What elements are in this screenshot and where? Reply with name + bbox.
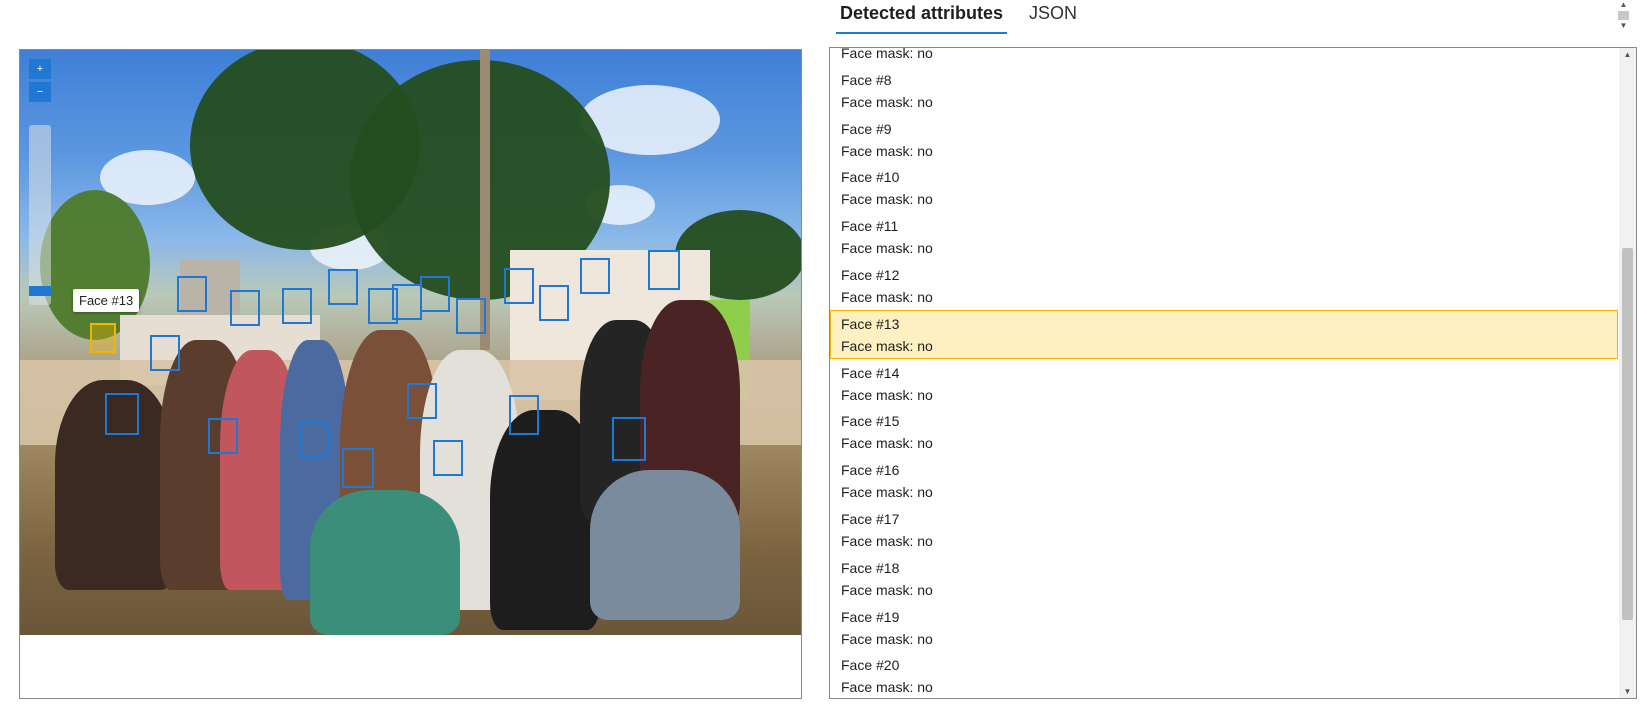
zoom-slider-thumb[interactable] bbox=[29, 286, 51, 296]
face-mask-attribute: Face mask: no bbox=[841, 484, 933, 501]
list-item[interactable]: Face #8 Face mask: no bbox=[830, 66, 1618, 115]
face-name: Face #11 bbox=[841, 218, 899, 235]
face-box[interactable] bbox=[282, 288, 312, 324]
list-scrollbar-thumb[interactable] bbox=[1622, 248, 1633, 620]
zoom-controls: + − bbox=[29, 59, 51, 105]
face-box[interactable] bbox=[580, 258, 610, 294]
face-mask-attribute: Face mask: no bbox=[841, 93, 933, 110]
list-item[interactable]: Face #16 Face mask: no bbox=[830, 456, 1618, 505]
face-mask-attribute: Face mask: no bbox=[841, 191, 933, 208]
face-mask-attribute: Face mask: no bbox=[841, 240, 933, 257]
list-item-selected[interactable]: Face #13 Face mask: no bbox=[830, 309, 1618, 359]
face-name: Face #16 bbox=[841, 462, 900, 479]
zoom-out-button[interactable]: − bbox=[29, 82, 51, 102]
list-item[interactable]: Face #17 Face mask: no bbox=[830, 505, 1618, 554]
face-box[interactable] bbox=[509, 395, 539, 435]
face-box[interactable] bbox=[150, 335, 180, 371]
face-tooltip: Face #13 bbox=[73, 289, 140, 312]
face-mask-attribute: Face mask: no bbox=[841, 386, 933, 403]
face-box[interactable] bbox=[504, 268, 534, 304]
list-item[interactable]: Face #10 Face mask: no bbox=[830, 163, 1618, 212]
face-name: Face #12 bbox=[841, 266, 900, 283]
person bbox=[590, 470, 740, 620]
face-name: Face #17 bbox=[841, 510, 900, 527]
tab-json[interactable]: JSON bbox=[1029, 0, 1077, 30]
face-box[interactable] bbox=[407, 383, 437, 419]
face-box[interactable] bbox=[342, 448, 374, 488]
face-box[interactable] bbox=[328, 269, 358, 305]
face-mask-attribute: Face mask: no bbox=[841, 47, 933, 61]
face-name: Face #8 bbox=[841, 71, 892, 88]
scroll-up-icon[interactable]: ▲ bbox=[1619, 50, 1636, 59]
list-item[interactable]: Face #12 Face mask: no bbox=[830, 261, 1618, 310]
face-name: Face #15 bbox=[841, 413, 900, 430]
face-mask-attribute: Face mask: no bbox=[841, 679, 933, 696]
page-scrollbar-thumb[interactable] bbox=[1618, 11, 1629, 20]
list-item[interactable]: Face #20 Face mask: no bbox=[830, 651, 1618, 698]
face-name: Face #13 bbox=[841, 315, 900, 332]
zoom-in-button[interactable]: + bbox=[29, 59, 51, 79]
group-photo bbox=[20, 50, 801, 635]
face-name: Face #14 bbox=[841, 364, 900, 381]
face-mask-attribute: Face mask: no bbox=[841, 142, 933, 159]
face-box[interactable] bbox=[539, 285, 569, 321]
face-box-selected[interactable] bbox=[90, 323, 116, 353]
face-box[interactable] bbox=[433, 440, 463, 476]
face-mask-attribute: Face mask: no bbox=[841, 581, 933, 598]
face-mask-attribute: Face mask: no bbox=[841, 288, 933, 305]
face-box[interactable] bbox=[105, 393, 139, 435]
face-box[interactable] bbox=[300, 422, 330, 458]
face-box[interactable] bbox=[230, 290, 260, 326]
face-box[interactable] bbox=[392, 284, 422, 320]
face-box[interactable] bbox=[208, 418, 238, 454]
face-box[interactable] bbox=[420, 276, 450, 312]
face-mask-attribute: Face mask: no bbox=[841, 337, 933, 354]
face-mask-attribute: Face mask: no bbox=[841, 630, 933, 647]
person bbox=[310, 490, 460, 635]
tab-detected-attributes[interactable]: Detected attributes bbox=[835, 0, 1008, 34]
scroll-down-icon[interactable]: ▼ bbox=[1616, 21, 1631, 31]
list-item[interactable]: Face #19 Face mask: no bbox=[830, 603, 1618, 652]
page-scrollbar[interactable]: ▲ ▼ bbox=[1616, 0, 1631, 32]
face-name: Face #19 bbox=[841, 608, 900, 625]
face-box[interactable] bbox=[456, 298, 486, 334]
face-box[interactable] bbox=[612, 417, 646, 461]
face-box[interactable] bbox=[648, 250, 680, 290]
list-item[interactable]: Face #15 Face mask: no bbox=[830, 407, 1618, 456]
zoom-slider[interactable] bbox=[29, 125, 51, 305]
face-mask-attribute: Face mask: no bbox=[841, 532, 933, 549]
list-item[interactable]: Face #18 Face mask: no bbox=[830, 554, 1618, 603]
face-name: Face #20 bbox=[841, 657, 900, 674]
list-item[interactable]: Face #14 Face mask: no bbox=[830, 359, 1618, 408]
face-attribute-list: Face mask: no Face #8 Face mask: no Face #9… bbox=[830, 47, 1618, 698]
detected-attributes-panel: Face mask: no Face #8 Face mask: no Face #9… bbox=[829, 47, 1637, 699]
list-item[interactable]: Face #11 Face mask: no bbox=[830, 212, 1618, 261]
face-name: Face #10 bbox=[841, 169, 900, 186]
face-name: Face #18 bbox=[841, 559, 900, 576]
scroll-down-icon[interactable]: ▼ bbox=[1619, 687, 1636, 696]
list-item[interactable]: Face #9 Face mask: no bbox=[830, 115, 1618, 164]
scroll-up-icon[interactable]: ▲ bbox=[1616, 0, 1631, 10]
list-scrollbar[interactable]: ▲ ▼ bbox=[1619, 48, 1636, 698]
face-box[interactable] bbox=[177, 276, 207, 312]
image-panel: + − Face #13 bbox=[19, 49, 802, 699]
list-item[interactable]: Face mask: no bbox=[830, 47, 1618, 66]
face-mask-attribute: Face mask: no bbox=[841, 435, 933, 452]
face-name: Face #9 bbox=[841, 120, 892, 137]
